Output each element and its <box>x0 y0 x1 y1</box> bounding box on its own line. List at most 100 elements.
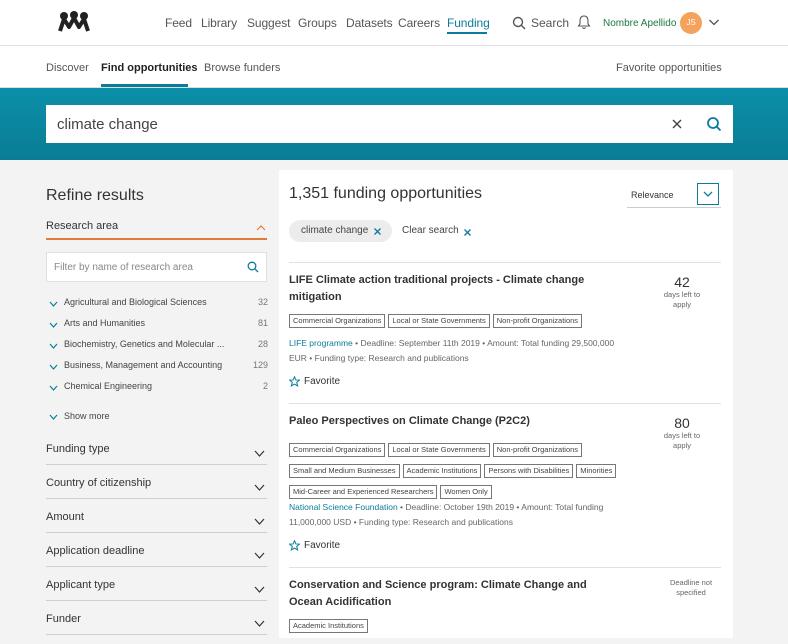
sort-dropdown[interactable]: Relevance <box>627 183 721 208</box>
chevron-down-icon <box>254 450 265 457</box>
research-area-label[interactable]: Research area <box>46 220 118 232</box>
nav-search[interactable]: Search <box>531 16 569 30</box>
chevron-down-icon <box>49 343 58 349</box>
category-item[interactable]: Agricultural and Biological Sciences 32 <box>46 296 268 312</box>
days-left-number: 80 <box>674 415 690 431</box>
close-icon[interactable] <box>670 117 684 131</box>
chevron-down-icon <box>49 322 58 328</box>
facet-divider <box>46 600 267 601</box>
nav-funding[interactable]: Funding <box>447 16 490 30</box>
applicant-tag: Non-profit Organizations <box>492 314 583 328</box>
facet-divider <box>46 634 267 635</box>
show-more-button[interactable]: Show more <box>46 410 146 424</box>
chevron-down-icon <box>254 620 265 627</box>
close-icon[interactable] <box>464 229 471 236</box>
facet-label: Country of citizenship <box>46 477 152 489</box>
facet-divider <box>46 532 267 533</box>
category-item[interactable]: Biochemistry, Genetics and Molecular ...… <box>46 338 268 354</box>
facet-country-of-citizenship[interactable]: Country of citizenship <box>46 474 268 508</box>
applicant-tags: Commercial Organizations Local or State G… <box>289 310 649 331</box>
chevron-down-icon <box>49 385 58 391</box>
favorite-label: Favorite <box>304 376 341 387</box>
nav-careers[interactable]: Careers <box>398 16 440 30</box>
sub-navigation: Discover Find opportunities Browse funde… <box>0 46 788 88</box>
result-divider <box>289 403 721 404</box>
chevron-down-icon <box>703 191 713 197</box>
facet-label: Amount <box>46 511 84 523</box>
chevron-down-icon[interactable] <box>708 17 720 27</box>
nav-suggest[interactable]: Suggest <box>247 16 290 30</box>
category-count: 2 <box>262 381 268 391</box>
close-icon[interactable] <box>374 228 381 235</box>
chevron-down-icon <box>49 301 58 307</box>
mendeley-logo[interactable] <box>57 11 91 33</box>
funder-link[interactable]: National Science Foundation <box>289 502 398 512</box>
research-area-filter[interactable]: Filter by name of research area <box>46 252 267 282</box>
search-icon[interactable] <box>247 261 259 273</box>
result-divider <box>289 567 721 568</box>
facet-applicant-type[interactable]: Applicant type <box>46 576 268 610</box>
applicant-tag: Academic Institutions <box>289 619 368 633</box>
search-input[interactable]: climate change <box>57 116 158 133</box>
funder-link[interactable]: LIFE programme <box>289 338 353 348</box>
nav-feed[interactable]: Feed <box>165 16 192 30</box>
category-count: 28 <box>257 339 268 349</box>
result-meta: National Science Foundation • Deadline: … <box>289 500 619 530</box>
result-title[interactable]: Conservation and Science program: Climat… <box>289 577 589 611</box>
category-count: 129 <box>252 360 268 370</box>
category-item[interactable]: Chemical Engineering 2 <box>46 380 268 396</box>
tab-discover[interactable]: Discover <box>46 62 89 74</box>
chevron-down-icon <box>254 552 265 559</box>
star-icon <box>289 540 300 551</box>
search-icon[interactable] <box>706 116 722 132</box>
applicant-tag: Small and Medium Businesses <box>289 464 400 478</box>
category-item[interactable]: Business, Management and Accounting 129 <box>46 359 268 375</box>
tab-find-opportunities[interactable]: Find opportunities <box>101 62 198 74</box>
nav-library[interactable]: Library <box>201 16 237 30</box>
applicant-tags: Academic Institutions <box>289 615 649 636</box>
facet-label: Application deadline <box>46 545 145 557</box>
avatar[interactable]: JS <box>680 12 702 34</box>
bell-icon[interactable] <box>577 14 591 30</box>
result-meta: LIFE programme • Deadline: September 11t… <box>289 336 619 366</box>
favorite-label: Favorite <box>304 540 341 551</box>
deadline-not-specified: Deadline not specified <box>669 578 713 597</box>
results-panel: 1,351 funding opportunities Relevance cl… <box>279 170 733 638</box>
chevron-down-icon <box>254 518 265 525</box>
nav-active-indicator <box>447 32 487 34</box>
sidebar-title: Refine results <box>46 187 144 204</box>
category-item[interactable]: Arts and Humanities 81 <box>46 317 268 333</box>
result-card: Paleo Perspectives on Climate Change (P2… <box>289 403 721 573</box>
facet-application-deadline[interactable]: Application deadline <box>46 542 268 576</box>
star-icon <box>289 376 300 387</box>
days-left-text: days left to apply <box>663 290 701 309</box>
search-icon[interactable] <box>512 16 526 30</box>
clear-search-button[interactable]: Clear search <box>402 225 459 236</box>
result-title[interactable]: Paleo Perspectives on Climate Change (P2… <box>289 413 589 430</box>
facet-funder[interactable]: Funder <box>46 610 268 644</box>
chevron-down-icon <box>254 586 265 593</box>
nav-datasets[interactable]: Datasets <box>346 16 393 30</box>
facet-amount[interactable]: Amount <box>46 508 268 542</box>
search-banner: climate change <box>0 88 788 160</box>
user-name[interactable]: Nombre Apellido <box>603 18 676 29</box>
applicant-tag: Local or State Governments <box>388 443 490 457</box>
search-chip[interactable]: climate change <box>289 220 392 242</box>
nav-groups[interactable]: Groups <box>298 16 337 30</box>
show-more-label: Show more <box>64 411 110 421</box>
favorite-opportunities-link[interactable]: Favorite opportunities <box>616 62 722 74</box>
result-title[interactable]: LIFE Climate action traditional projects… <box>289 272 589 306</box>
tab-browse-funders[interactable]: Browse funders <box>204 62 280 74</box>
facet-funding-type[interactable]: Funding type <box>46 440 268 474</box>
favorite-button[interactable]: Favorite <box>289 375 359 389</box>
applicant-tag: Non-profit Organizations <box>492 443 583 457</box>
sort-toggle-button[interactable] <box>697 183 719 205</box>
applicant-tag: Academic Institutions <box>402 464 482 478</box>
category-label: Agricultural and Biological Sciences <box>64 297 207 307</box>
search-box[interactable]: climate change <box>46 105 733 143</box>
favorite-button[interactable]: Favorite <box>289 539 359 553</box>
chevron-down-icon <box>254 484 265 491</box>
facet-divider <box>46 464 267 465</box>
chevron-up-icon[interactable] <box>256 225 266 231</box>
chip-label: climate change <box>301 225 369 236</box>
